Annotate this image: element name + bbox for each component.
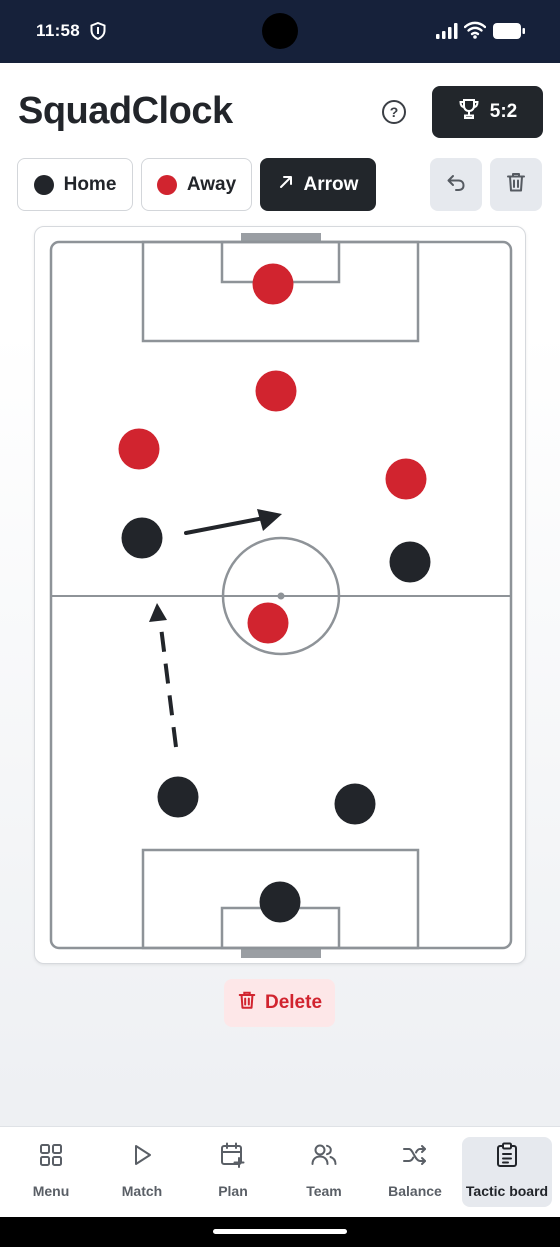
question-icon[interactable]: ? [382,100,406,124]
score-button[interactable]: 5:2 [432,86,543,138]
play-icon [130,1139,154,1171]
nav-item-menu[interactable]: Menu [6,1137,96,1207]
away-dot-icon [156,174,177,195]
pitch[interactable] [35,227,527,965]
nav-item-plan[interactable]: Plan [188,1137,278,1207]
status-time: 11:58 [36,21,81,40]
arrow-up-right-icon [278,174,294,196]
home-player-3[interactable] [157,776,199,818]
away-goalkeeper[interactable] [252,263,294,305]
nav-label: Balance [388,1183,442,1199]
arrow-tool-button[interactable]: Arrow [260,158,376,211]
away-tool-button[interactable]: Away [141,158,252,211]
tactic-board[interactable] [34,226,526,964]
away-player-3[interactable] [385,458,427,500]
shuffle-icon [402,1139,428,1171]
wifi-icon [463,21,487,44]
home-player-4[interactable] [334,783,376,825]
undo-button[interactable] [430,158,482,211]
nav-item-match[interactable]: Match [97,1137,187,1207]
arrow-tool-label: Arrow [303,173,359,195]
home-dot-icon [33,174,54,195]
center-spot [277,592,285,600]
nav-label: Menu [32,1183,70,1199]
undo-icon [445,171,467,198]
score-value: 5:2 [489,101,518,122]
home-goalkeeper[interactable] [259,881,301,923]
delete-button[interactable]: Delete [224,979,335,1027]
delete-label: Delete [264,992,323,1013]
away-player-2[interactable] [118,428,160,470]
clear-board-button[interactable] [490,158,542,211]
app-title: SquadClock [18,90,233,132]
shield-icon [90,21,106,45]
gesture-handle[interactable] [213,1229,347,1234]
nav-item-tactic-board[interactable]: Tactic board [462,1137,552,1207]
trash-icon [505,171,527,198]
dashed-arrow[interactable] [158,618,178,748]
status-bar: 11:58 [0,0,560,63]
trophy-icon [458,98,480,126]
home-player-2[interactable] [389,541,431,583]
nav-item-balance[interactable]: Balance [370,1137,460,1207]
clipboard-icon [495,1139,519,1171]
calendar-plus-icon [220,1139,246,1171]
nav-label: Plan [218,1183,248,1199]
camera-cutout [262,13,298,49]
trash-icon [237,990,257,1016]
battery-icon [492,22,526,45]
away-player-1[interactable] [255,370,297,412]
home-player-1[interactable] [121,517,163,559]
nav-item-team[interactable]: Team [279,1137,369,1207]
solid-arrow-head [257,509,282,531]
signal-icon [436,23,458,44]
users-icon [311,1139,337,1171]
bottom-nav: Menu Match Plan Team Balance Tactic boar… [0,1126,560,1217]
away-tool-label: Away [186,173,237,195]
dashed-arrow-head [149,603,167,622]
top-goal [241,233,321,242]
solid-arrow[interactable] [184,515,271,535]
nav-label: Match [121,1183,163,1199]
nav-label: Tactic board [465,1183,549,1199]
away-player-4[interactable] [247,602,289,644]
bottom-goal [241,949,321,958]
home-tool-button[interactable]: Home [17,158,133,211]
gesture-area [0,1217,560,1247]
grid-icon [39,1139,63,1171]
home-tool-label: Home [63,173,117,195]
nav-label: Team [306,1183,342,1199]
